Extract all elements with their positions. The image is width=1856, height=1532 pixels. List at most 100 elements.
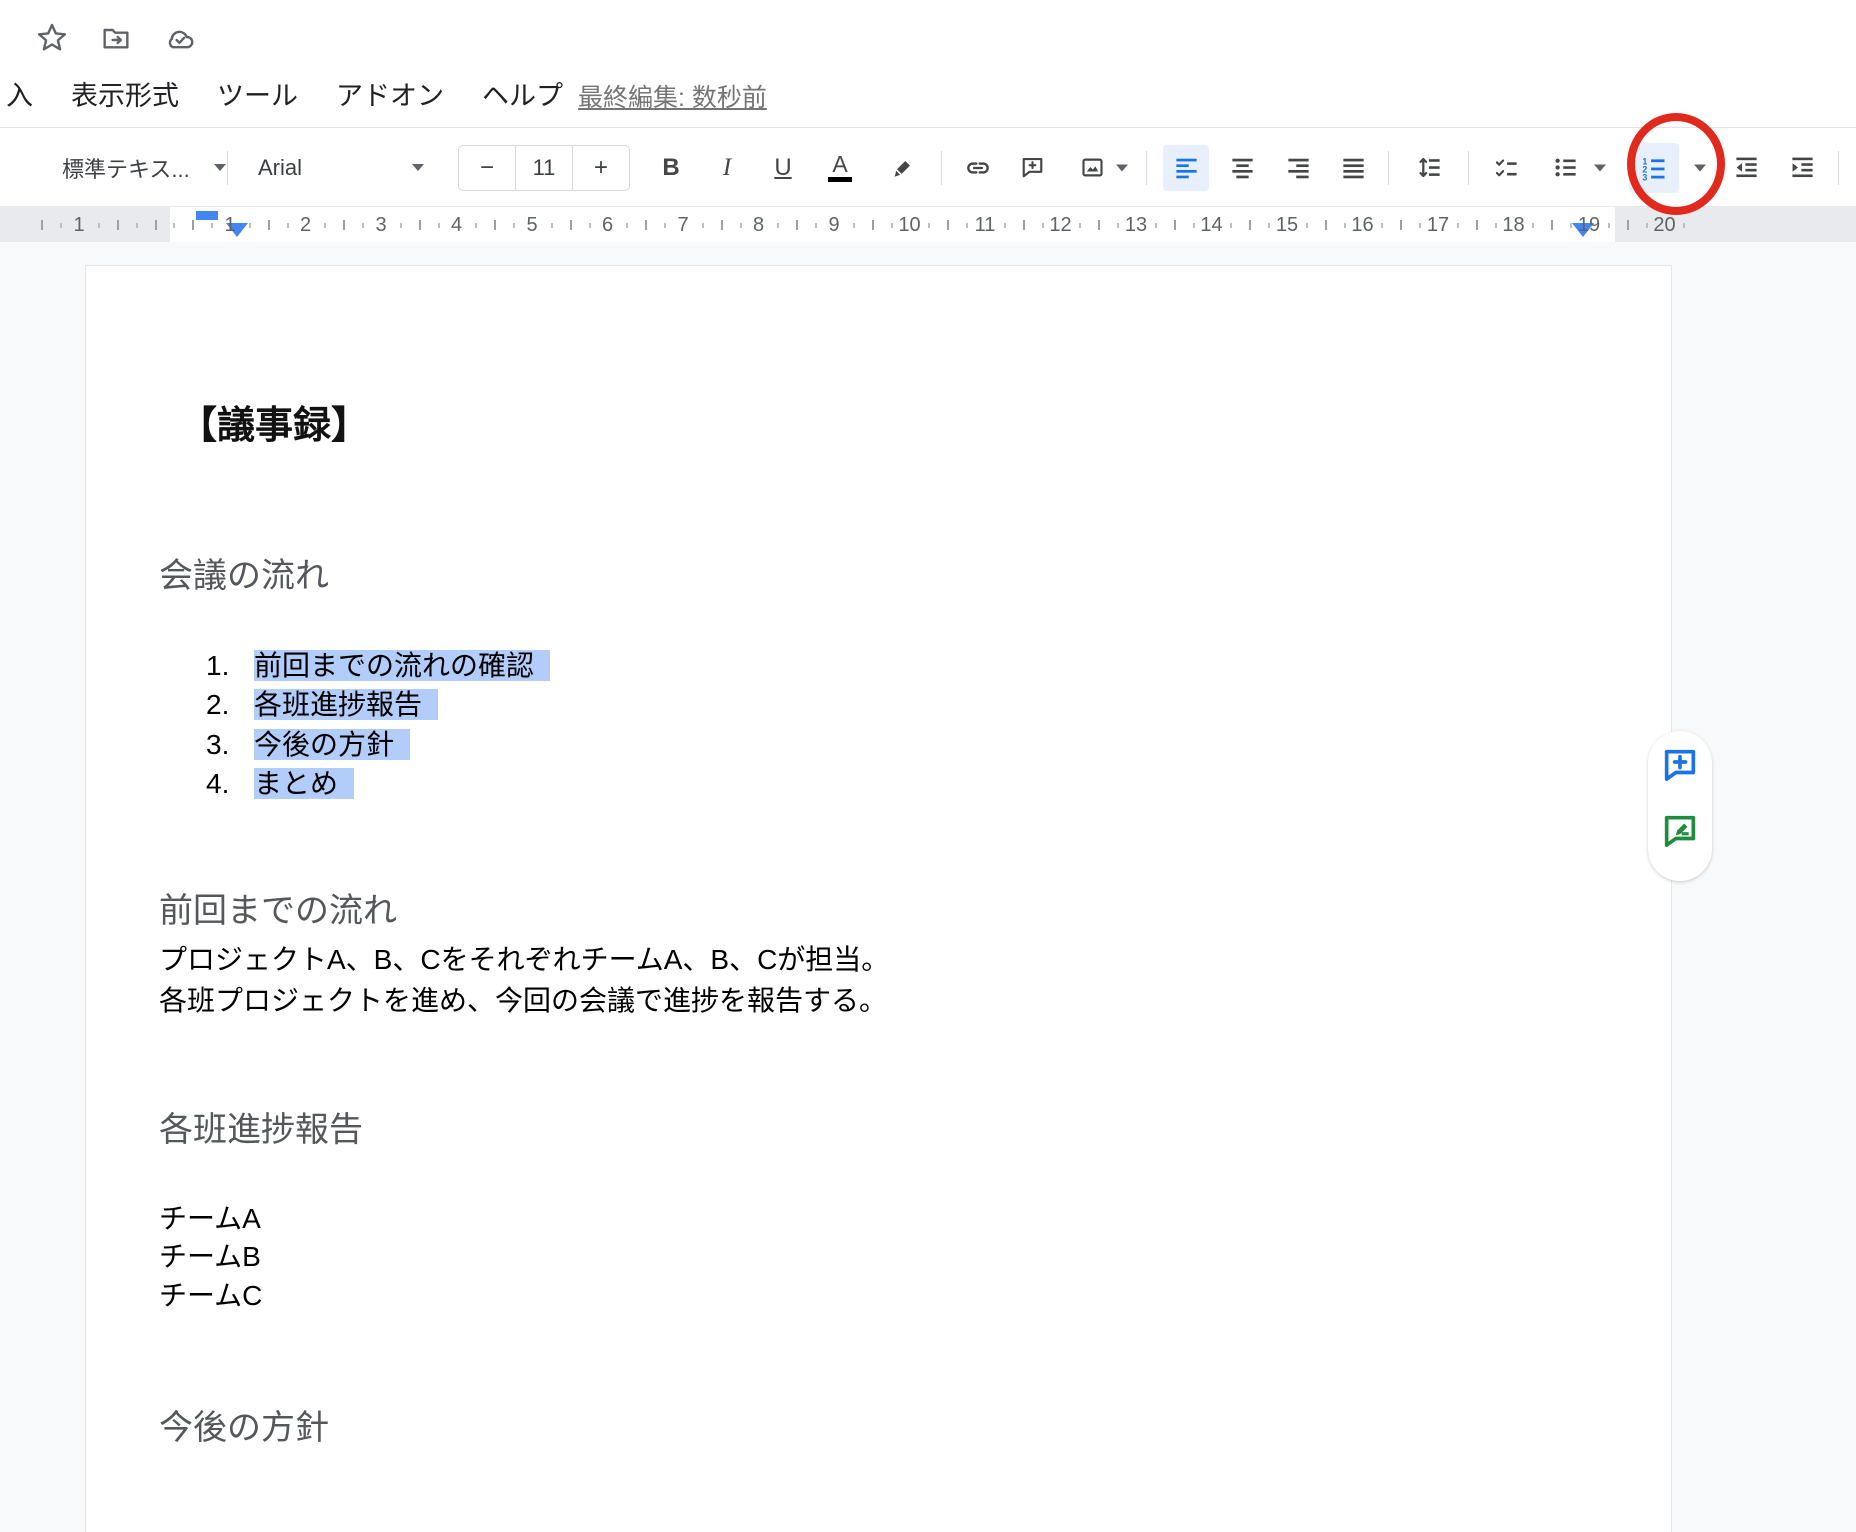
bulleted-list-chevron-icon[interactable] bbox=[1594, 164, 1606, 171]
ruler-tick bbox=[438, 223, 440, 228]
ruler-margin-right bbox=[1615, 207, 1856, 243]
bold-button[interactable]: B bbox=[649, 146, 693, 190]
horizontal-ruler[interactable]: 11234567891011121314151617181920 bbox=[0, 206, 1856, 242]
svg-text:3: 3 bbox=[1642, 172, 1647, 181]
menu-insert-partial[interactable]: 入 bbox=[6, 74, 33, 113]
heading-previous-flow[interactable]: 前回までの流れ bbox=[159, 883, 397, 932]
ruler-number: 15 bbox=[1276, 207, 1298, 243]
ruler-tick bbox=[1419, 223, 1421, 228]
document-quick-actions bbox=[34, 20, 198, 56]
ruler-tick bbox=[1174, 220, 1176, 230]
document-page[interactable]: 【議事録】 会議の流れ 1.前回までの流れの確認 2.各班進捗報告 3.今後の方… bbox=[85, 265, 1672, 1532]
ruler-tick bbox=[1117, 223, 1119, 228]
cloud-check-icon[interactable] bbox=[162, 20, 198, 56]
decrease-indent-button[interactable] bbox=[1724, 146, 1768, 190]
link-icon bbox=[964, 154, 992, 182]
selected-text[interactable]: 各班進捗報告 bbox=[254, 689, 438, 720]
paragraph-style-value: 標準テキス... bbox=[62, 152, 190, 184]
ruler-number: 18 bbox=[1502, 207, 1524, 243]
justify-button[interactable] bbox=[1331, 146, 1375, 190]
highlight-color-button[interactable] bbox=[880, 146, 924, 190]
ruler-tick bbox=[815, 223, 817, 228]
increase-font-size-button[interactable]: + bbox=[573, 146, 629, 190]
align-center-button[interactable] bbox=[1220, 146, 1264, 190]
menu-help[interactable]: ヘルプ bbox=[482, 74, 563, 113]
ruler-tick bbox=[211, 223, 213, 228]
add-comment-button[interactable] bbox=[1010, 146, 1054, 190]
doc-title[interactable]: 【議事録】 bbox=[179, 394, 369, 449]
list-number: 4. bbox=[206, 768, 254, 800]
ruler-tick bbox=[928, 223, 930, 228]
ruler-number: 20 bbox=[1653, 207, 1675, 243]
italic-button[interactable]: I bbox=[705, 146, 749, 190]
font-size-value[interactable]: 11 bbox=[515, 146, 573, 190]
underline-button[interactable]: U bbox=[761, 146, 805, 190]
bulleted-list-button[interactable] bbox=[1543, 146, 1587, 190]
ruler-tick bbox=[1042, 223, 1044, 228]
list-number: 1. bbox=[206, 650, 254, 682]
side-action-pill bbox=[1648, 731, 1712, 881]
ruler-tick bbox=[1079, 223, 1081, 228]
text-color-button[interactable]: A bbox=[818, 146, 862, 190]
increase-indent-button[interactable] bbox=[1780, 146, 1824, 190]
add-comment-side-button[interactable] bbox=[1658, 743, 1702, 787]
team-line[interactable]: チームC bbox=[159, 1274, 262, 1314]
ruler-number: 14 bbox=[1200, 207, 1222, 243]
ruler-tick bbox=[645, 220, 647, 230]
line-spacing-icon bbox=[1416, 154, 1443, 181]
insert-link-button[interactable] bbox=[956, 146, 1000, 190]
app-header: 入 表示形式 ツール アドオン ヘルプ 最終編集: 数秒前 bbox=[0, 0, 1856, 128]
list-item[interactable]: 2.各班進捗報告 bbox=[206, 683, 438, 723]
last-edit-link[interactable]: 最終編集: 数秒前 bbox=[578, 78, 767, 114]
selected-text[interactable]: 前回までの流れの確認 bbox=[254, 650, 550, 681]
toolbar-divider bbox=[1388, 151, 1389, 185]
menu-bar: 入 表示形式 ツール アドオン ヘルプ bbox=[6, 74, 563, 113]
ruler-tick bbox=[324, 223, 326, 228]
menu-tools[interactable]: ツール bbox=[217, 74, 298, 113]
heading-progress-report[interactable]: 各班進捗報告 bbox=[159, 1102, 363, 1151]
ruler-tick bbox=[1551, 220, 1553, 230]
menu-format[interactable]: 表示形式 bbox=[71, 74, 179, 113]
list-item[interactable]: 1.前回までの流れの確認 bbox=[206, 644, 550, 684]
selected-text[interactable]: まとめ bbox=[254, 768, 354, 799]
decrease-font-size-button[interactable]: − bbox=[459, 146, 515, 190]
move-folder-icon[interactable] bbox=[98, 20, 134, 56]
heading-meeting-flow[interactable]: 会議の流れ bbox=[159, 548, 329, 597]
ruler-number: 9 bbox=[828, 207, 839, 243]
checklist-button[interactable] bbox=[1484, 146, 1528, 190]
align-right-button[interactable] bbox=[1276, 146, 1320, 190]
selected-text[interactable]: 今後の方針 bbox=[254, 729, 410, 760]
ruler-tick bbox=[60, 223, 62, 228]
heading-future-policy[interactable]: 今後の方針 bbox=[159, 1400, 329, 1449]
align-center-icon bbox=[1229, 154, 1256, 181]
toolbar-divider bbox=[227, 151, 228, 185]
numbered-list-chevron-icon[interactable] bbox=[1694, 164, 1706, 171]
toolbar-divider bbox=[1468, 151, 1469, 185]
ruler-number: 19 bbox=[1578, 207, 1600, 243]
insert-image-button[interactable] bbox=[1070, 146, 1114, 190]
line-spacing-button[interactable] bbox=[1407, 146, 1451, 190]
list-item[interactable]: 4.まとめ bbox=[206, 762, 354, 802]
text-color-icon: A bbox=[828, 153, 852, 182]
ruler-tick bbox=[589, 223, 591, 228]
star-icon[interactable] bbox=[34, 20, 70, 56]
ruler-number: 1 bbox=[224, 207, 235, 243]
team-line[interactable]: チームB bbox=[159, 1235, 261, 1275]
menu-addons[interactable]: アドオン bbox=[336, 74, 444, 113]
suggest-edit-side-button[interactable] bbox=[1658, 809, 1702, 853]
chevron-down-icon bbox=[214, 164, 226, 171]
first-line-indent-marker[interactable] bbox=[196, 211, 218, 220]
image-options-chevron-icon[interactable] bbox=[1116, 164, 1128, 171]
font-family-select[interactable]: Arial bbox=[258, 155, 424, 181]
numbered-list-button[interactable]: 1 2 3 bbox=[1629, 143, 1679, 193]
ruler-tick bbox=[947, 220, 949, 230]
ruler-number: 4 bbox=[451, 207, 462, 243]
align-left-button[interactable] bbox=[1163, 145, 1209, 191]
team-line[interactable]: チームA bbox=[159, 1197, 261, 1237]
paragraph-line[interactable]: プロジェクトA、B、CをそれぞれチームA、B、Cが担当。 bbox=[159, 938, 889, 978]
paragraph-style-select[interactable]: 標準テキス... bbox=[62, 152, 226, 184]
list-item[interactable]: 3.今後の方針 bbox=[206, 723, 410, 763]
ruler-tick bbox=[1608, 223, 1610, 228]
paragraph-line[interactable]: 各班プロジェクトを進め、今回の会議で進捗を報告する。 bbox=[159, 979, 887, 1019]
list-number: 2. bbox=[206, 689, 254, 721]
